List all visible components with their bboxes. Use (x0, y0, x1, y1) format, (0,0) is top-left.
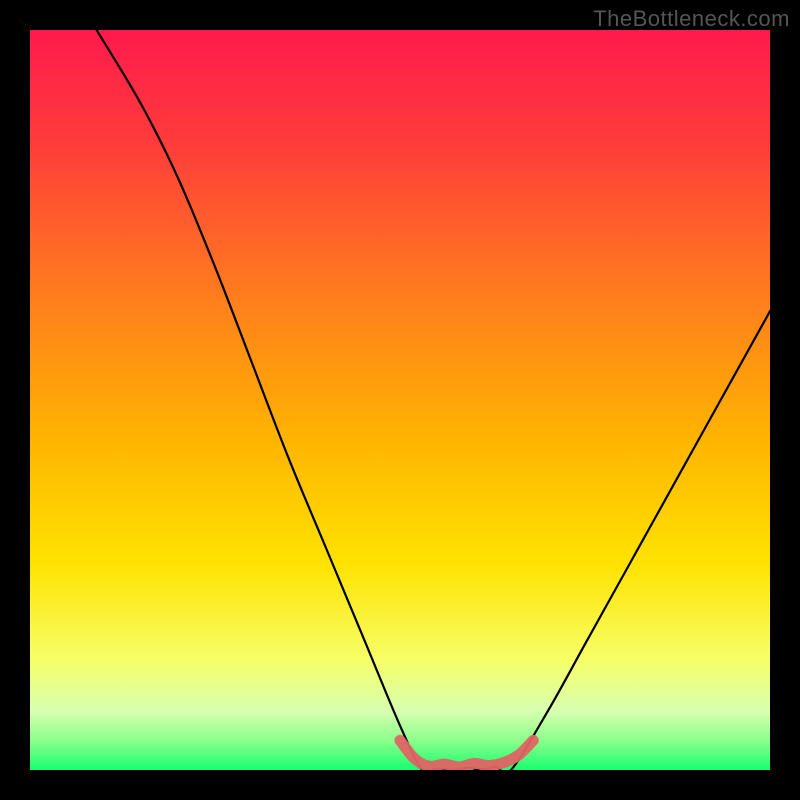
chart-frame: TheBottleneck.com (0, 0, 800, 800)
watermark-text: TheBottleneck.com (593, 6, 790, 32)
chart-svg (30, 30, 770, 770)
chart-plot (30, 30, 770, 770)
chart-background (30, 30, 770, 770)
